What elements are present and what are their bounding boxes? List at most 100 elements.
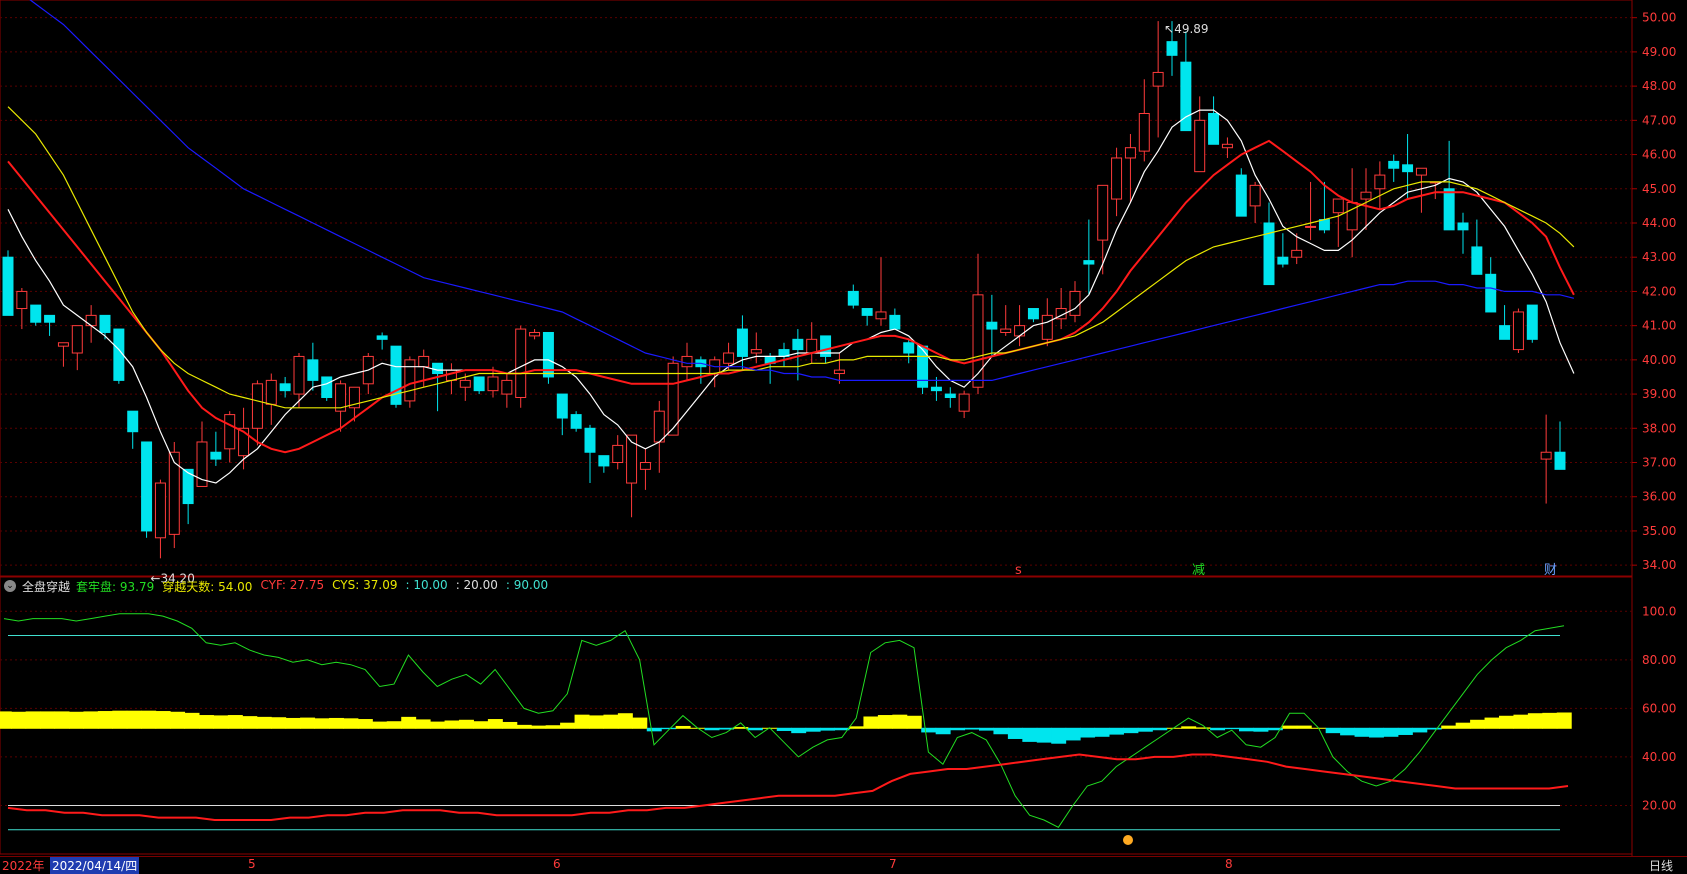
candle-body xyxy=(653,410,665,443)
indicator-bar xyxy=(1499,715,1514,729)
collapse-icon[interactable]: ⌄ xyxy=(4,580,16,592)
candle-body xyxy=(473,376,485,392)
indicator-tick-label: 80.00 xyxy=(1642,653,1676,667)
indicator-bar xyxy=(1556,712,1572,729)
indicator-bar xyxy=(906,715,922,729)
candle-body xyxy=(515,328,527,398)
indicator-bar xyxy=(1239,727,1254,732)
candle-body xyxy=(127,410,139,433)
candle-body xyxy=(1027,308,1039,320)
indicator-bar xyxy=(964,727,980,730)
indicator-bar xyxy=(430,721,446,729)
candle-body xyxy=(307,359,319,381)
indicator-bar xyxy=(25,711,41,729)
moving-average-line xyxy=(29,0,1575,381)
candle-body xyxy=(1305,225,1317,228)
candle-body xyxy=(418,355,430,368)
indicator-bar xyxy=(1152,727,1168,731)
candle-body xyxy=(833,369,845,375)
indicator-bar xyxy=(1369,727,1384,738)
candle-body xyxy=(1235,174,1247,217)
indicator-bar xyxy=(820,727,836,731)
candle-body xyxy=(154,482,166,539)
candle-body xyxy=(875,311,887,320)
indicator-bar xyxy=(1282,725,1298,729)
price-tick-label: 41.00 xyxy=(1642,319,1676,333)
indicator-bar xyxy=(285,717,301,729)
indicator-bar xyxy=(11,711,27,729)
indicator-frame xyxy=(0,576,1633,855)
indicator-bar xyxy=(155,711,171,729)
candle-body xyxy=(1512,311,1524,351)
candle-body xyxy=(85,314,97,327)
candle-body xyxy=(556,393,568,419)
indicator-bar xyxy=(704,727,720,731)
indicator-bar xyxy=(1065,727,1081,741)
indicator-bar xyxy=(1513,714,1529,729)
candle-body xyxy=(570,414,582,429)
indicator-bar xyxy=(1137,727,1153,732)
indicator-tick-label: 40.00 xyxy=(1642,750,1676,764)
indicator-bar xyxy=(545,725,561,729)
timeframe-label[interactable]: 日线 xyxy=(1649,857,1673,874)
candle-body xyxy=(1291,249,1303,258)
candle-body xyxy=(1083,260,1095,265)
indicator-tick-label: 20.00 xyxy=(1642,798,1676,812)
indicator-bar xyxy=(603,714,619,729)
price-tick-label: 39.00 xyxy=(1642,387,1676,401)
indicator-field-3: CYS: 37.09 xyxy=(332,577,398,592)
candle-body xyxy=(1332,198,1344,214)
indicator-bar xyxy=(386,721,402,729)
indicator-bar xyxy=(227,715,243,729)
candle-body xyxy=(736,328,748,357)
indicator-bar xyxy=(863,716,879,729)
candle-body xyxy=(1249,184,1261,207)
indicator-bar xyxy=(1412,727,1428,733)
month-label-8: 8 xyxy=(1225,857,1233,871)
indicator-bar xyxy=(271,717,287,729)
indicator-bar xyxy=(170,711,186,729)
candle-body xyxy=(1221,143,1233,149)
candle-body xyxy=(1166,41,1178,56)
candle-body xyxy=(917,345,929,388)
indicator-bar xyxy=(141,710,157,729)
indicator-bar xyxy=(1383,727,1399,737)
cursor-date: 2022/04/14/四 xyxy=(50,857,140,874)
indicator-bar xyxy=(574,714,590,729)
indicator-bar xyxy=(372,721,388,729)
indicator-tick-label: 100.0 xyxy=(1642,604,1676,618)
indicator-bar xyxy=(329,717,344,729)
indicator-bar xyxy=(1094,727,1110,737)
indicator-field-1: 穿越天数: 54.00 xyxy=(162,579,253,594)
indicator-bar xyxy=(993,727,1009,735)
candle-body xyxy=(390,345,402,405)
candle-body xyxy=(16,290,28,310)
indicator-bar xyxy=(1109,727,1124,735)
candle-body xyxy=(71,325,83,354)
candle-body xyxy=(792,338,804,351)
candle-body xyxy=(376,335,388,340)
candle-body xyxy=(279,383,291,392)
candle-body xyxy=(1346,201,1358,231)
indicator-bar xyxy=(1080,727,1096,738)
candle-body xyxy=(1318,219,1330,231)
indicator-bar xyxy=(415,719,431,729)
candle-body xyxy=(251,383,263,429)
indicator-bar xyxy=(979,727,994,731)
indicator-bar xyxy=(1253,727,1269,732)
indicator-bar xyxy=(632,717,648,729)
candle-body xyxy=(847,290,859,306)
candle-body xyxy=(1208,112,1220,145)
price-tick-label: 47.00 xyxy=(1642,113,1676,127)
indicator-bar xyxy=(589,715,604,729)
price-tick-label: 38.00 xyxy=(1642,421,1676,435)
candle-body xyxy=(224,414,236,450)
indicator-bar xyxy=(1007,727,1023,739)
candle-body xyxy=(293,355,305,395)
indicator-bar xyxy=(314,718,330,729)
candle-body xyxy=(321,376,333,398)
candle-body xyxy=(861,308,873,316)
candle-body xyxy=(1277,256,1289,265)
indicator-bar xyxy=(1542,712,1558,729)
price-tick-label: 49.00 xyxy=(1642,45,1676,59)
